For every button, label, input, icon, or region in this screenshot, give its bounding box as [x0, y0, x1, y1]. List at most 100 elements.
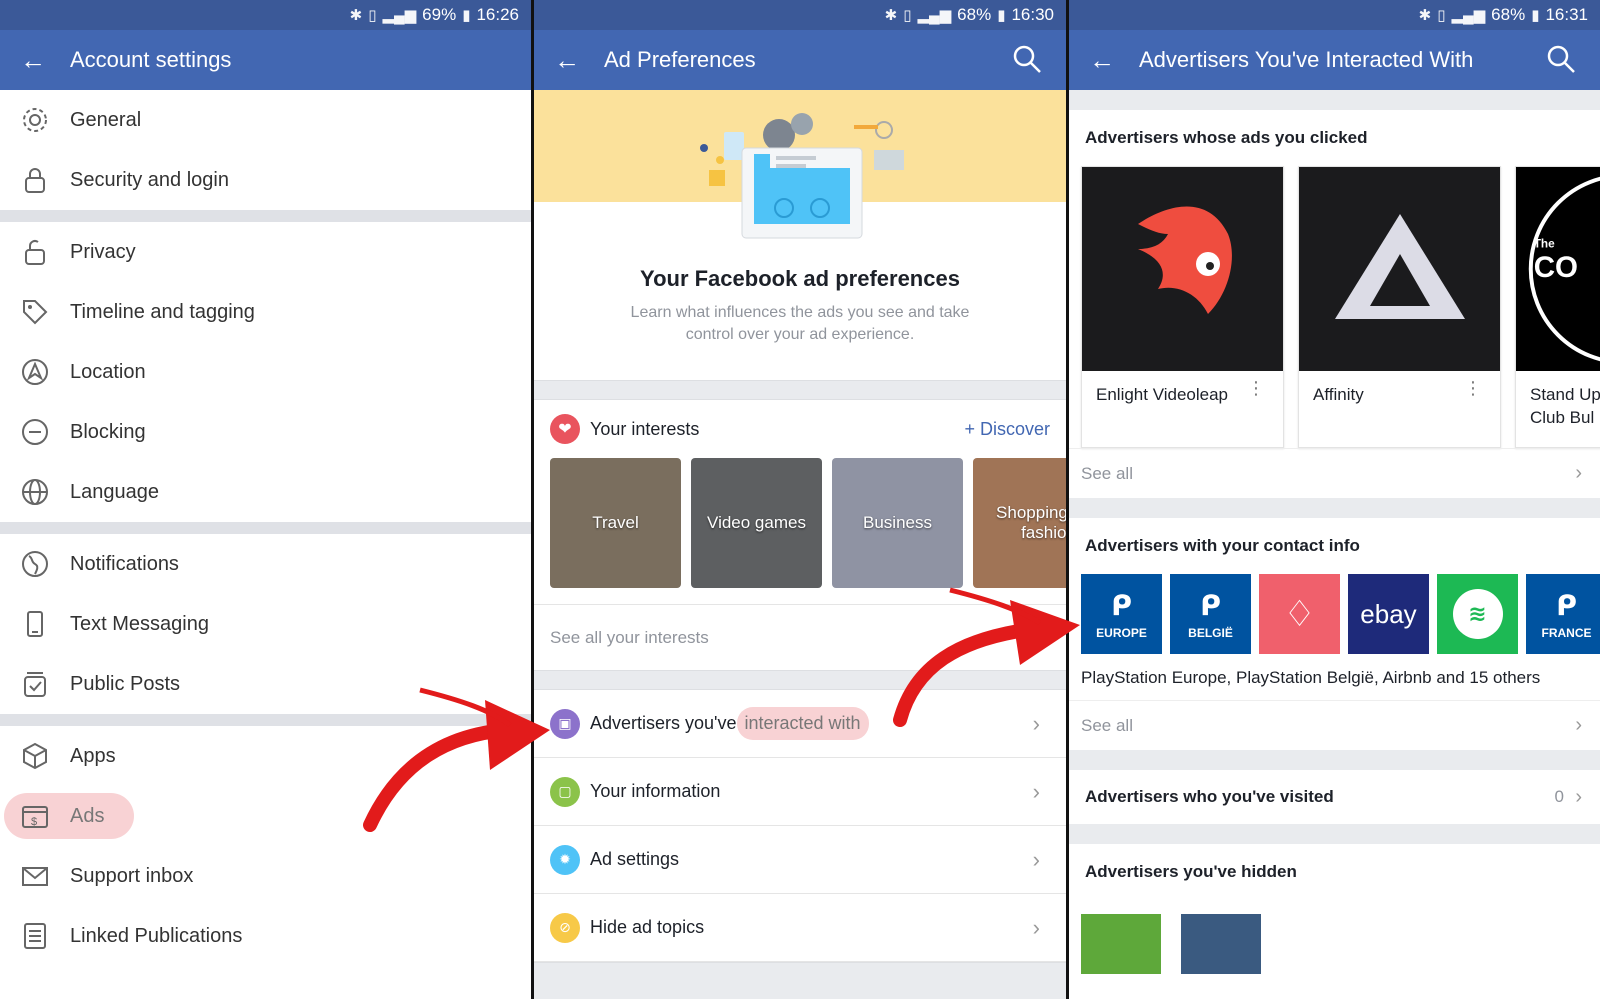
settings-item-label: Blocking — [70, 420, 146, 443]
globe-icon — [20, 477, 50, 507]
heart-icon: ❤ — [550, 414, 580, 444]
signal-icon: ▂▄▆ — [917, 7, 952, 24]
search-icon[interactable] — [1546, 44, 1576, 79]
section-gap — [1069, 90, 1600, 110]
ad-settings-row[interactable]: ✹ Ad settings › — [534, 826, 1066, 894]
settings-item-location[interactable]: Location — [0, 342, 531, 402]
settings-item-apps[interactable]: Apps — [0, 726, 531, 786]
see-all-contact-link[interactable]: See all › — [1069, 700, 1600, 750]
settings-item-label: Location — [70, 360, 146, 383]
page-title: Advertisers You've Interacted With — [1139, 47, 1474, 72]
interest-tiles: Travel Video games Business Shopping and… — [534, 458, 1066, 590]
briefcase-icon: ▣ — [550, 708, 580, 739]
interest-tile[interactable]: Business — [832, 458, 963, 588]
settings-item-label: Ads — [70, 804, 105, 827]
advertiser-logo-tile[interactable]: ᑭ FRANCE — [1526, 574, 1600, 654]
advertiser-name: Enlight Videoleap — [1096, 385, 1229, 404]
section-title-label: Advertisers who you've visited — [1085, 787, 1334, 806]
page-title: Ad Preferences — [604, 47, 756, 72]
settings-item-language[interactable]: Language — [0, 462, 531, 522]
settings-item-general[interactable]: General — [0, 90, 531, 150]
gear-icon: ✹ — [550, 844, 580, 875]
back-arrow-icon[interactable]: ← — [20, 45, 70, 76]
ad-illustration — [700, 113, 904, 239]
section-gap — [1069, 824, 1600, 844]
chevron-right-icon: › — [1575, 785, 1582, 808]
your-information-row[interactable]: ▢ Your information › — [534, 758, 1066, 826]
settings-item-notifications[interactable]: Notifications — [0, 534, 531, 594]
bluetooth-icon: ✱ — [884, 7, 898, 24]
section-gap — [1069, 498, 1600, 518]
settings-item-support-inbox[interactable]: Support inbox — [0, 846, 531, 906]
search-icon[interactable] — [1012, 44, 1042, 79]
advertiser-logo-tile[interactable]: ebay — [1348, 574, 1429, 654]
vibrate-icon: ▯ — [903, 7, 912, 24]
advertiser-card[interactable]: The CO Stand Up Club Bul — [1515, 166, 1600, 448]
row-label: Ad settings — [590, 849, 680, 869]
back-arrow-icon[interactable]: ← — [1089, 45, 1139, 76]
settings-item-blocking[interactable]: Blocking — [0, 402, 531, 462]
status-bar: ✱ ▯ ▂▄▆ 68% ▮ 16:30 — [534, 0, 1066, 30]
advertiser-logo-tile[interactable]: ≋ — [1437, 574, 1518, 654]
discover-link[interactable]: + Discover — [964, 419, 1050, 440]
vibrate-icon: ▯ — [368, 7, 377, 24]
interests-header: ❤ Your interests + Discover — [534, 400, 1066, 458]
see-all-clicked-link[interactable]: See all › — [1069, 448, 1600, 498]
see-all-label: See all — [1081, 715, 1133, 735]
more-options-icon[interactable]: ⋮ — [1247, 379, 1265, 397]
discover-label: Discover — [979, 418, 1050, 439]
advertiser-cards: Enlight Videoleap ⋮ Affinity ⋮ The CO Sta… — [1069, 166, 1600, 448]
row-label: Advertisers you've — [590, 713, 737, 733]
settings-item-security[interactable]: Security and login — [0, 150, 531, 210]
divider — [0, 210, 531, 222]
settings-item-linked-publications[interactable]: Linked Publications — [0, 906, 531, 966]
chevron-right-icon: › — [1032, 778, 1040, 804]
advertiser-logo-tile[interactable]: ᑭ BELGIË — [1170, 574, 1251, 654]
section-gap — [534, 670, 1066, 690]
section-gap — [534, 380, 1066, 400]
blocking-icon — [20, 417, 50, 447]
interest-tile[interactable]: Travel — [550, 458, 681, 588]
section-title-label: Advertisers whose ads you clicked — [1085, 128, 1368, 147]
signal-icon: ▂▄▆ — [1451, 7, 1486, 24]
settings-item-text-messaging[interactable]: Text Messaging — [0, 594, 531, 654]
back-arrow-icon[interactable]: ← — [554, 45, 604, 76]
status-bar: ✱ ▯ ▂▄▆ 68% ▮ 16:31 — [1069, 0, 1600, 30]
settings-item-label: Timeline and tagging — [70, 300, 255, 323]
advertiser-card[interactable]: Affinity ⋮ — [1298, 166, 1501, 448]
svg-text:$: $ — [31, 816, 37, 828]
settings-item-ads[interactable]: $ Ads — [0, 786, 531, 846]
visited-section-row[interactable]: Advertisers who you've visited 0 › — [1069, 770, 1600, 824]
phone-icon — [20, 609, 50, 639]
more-options-icon[interactable]: ⋮ — [1464, 379, 1482, 397]
location-icon — [20, 357, 50, 387]
see-all-interests-link[interactable]: See all your interests — [534, 604, 1066, 670]
account-settings-screen: ✱ ▯ ▂▄▆ 69% ▮ 16:26 ← Account settings G… — [0, 0, 531, 999]
interest-tile[interactable]: Video games — [691, 458, 822, 588]
settings-item-timeline[interactable]: Timeline and tagging — [0, 282, 531, 342]
divider — [0, 714, 531, 726]
envelope-icon — [20, 861, 50, 891]
clicked-section-title: Advertisers whose ads you clicked — [1069, 110, 1600, 166]
contact-advertisers-summary: PlayStation Europe, PlayStation België, … — [1081, 668, 1541, 687]
settings-item-privacy[interactable]: Privacy — [0, 222, 531, 282]
advertiser-logo: The CO — [1516, 167, 1600, 371]
section-title-label: Advertisers you've hidden — [1085, 862, 1297, 881]
advertiser-card[interactable]: Enlight Videoleap ⋮ — [1081, 166, 1284, 448]
hidden-advertiser-thumb[interactable] — [1181, 914, 1261, 974]
contact-section-title: Advertisers with your contact info — [1069, 518, 1600, 574]
hidden-advertiser-thumb[interactable] — [1081, 914, 1161, 974]
advertiser-logo-tile[interactable]: ♢ — [1259, 574, 1340, 654]
hidden-section-title: Advertisers you've hidden — [1069, 844, 1600, 900]
advertisers-interacted-row[interactable]: ▣ Advertisers you've interacted with › — [534, 690, 1066, 758]
svg-text:The: The — [1534, 236, 1555, 250]
svg-text:CO: CO — [1534, 251, 1578, 284]
ad-preferences-hero: Your Facebook ad preferences Learn what … — [534, 90, 1066, 380]
globe-notifications-icon — [20, 549, 50, 579]
interest-tile[interactable]: Shopping and fashion — [973, 458, 1066, 588]
hide-ad-topics-row[interactable]: ⊘ Hide ad topics › — [534, 894, 1066, 962]
chevron-right-icon: › — [1575, 714, 1582, 736]
section-gap — [534, 962, 1066, 999]
advertiser-logo-tile[interactable]: ᑭ EUROPE — [1081, 574, 1162, 654]
settings-item-public-posts[interactable]: Public Posts — [0, 654, 531, 714]
